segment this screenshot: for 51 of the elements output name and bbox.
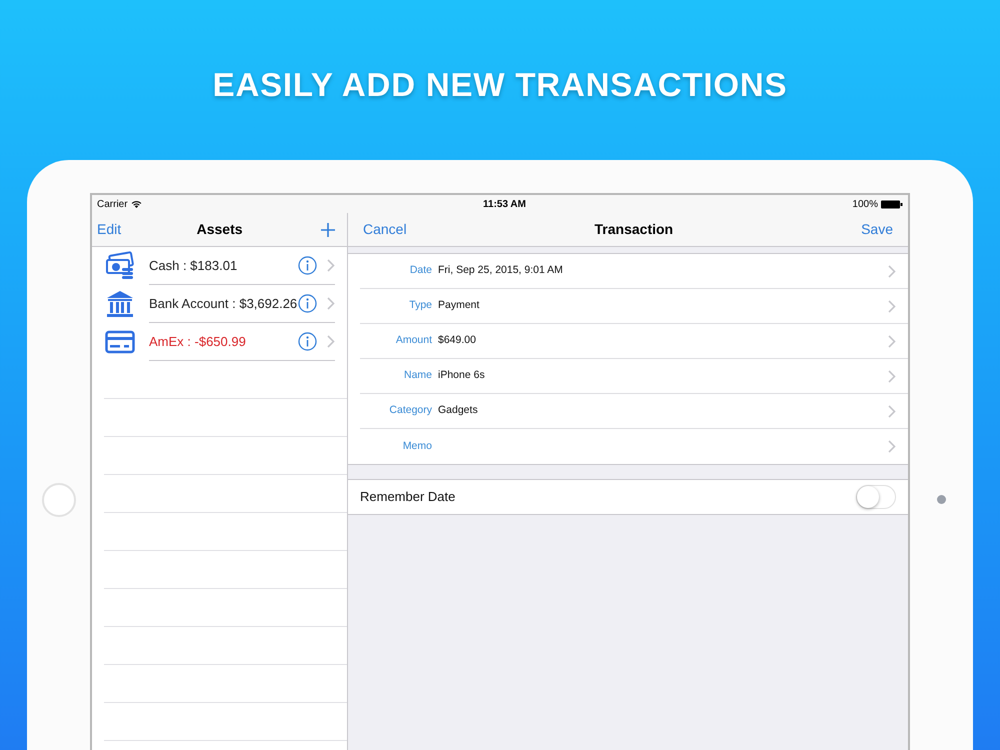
chevron-icon	[888, 404, 896, 418]
info-icon[interactable]	[298, 294, 317, 313]
assets-title: Assets	[196, 220, 244, 239]
chevron-icon	[888, 370, 896, 382]
field-row[interactable]: Amount $649.00	[360, 324, 908, 359]
field-label: Type	[408, 298, 432, 314]
save-button[interactable]: Save	[861, 219, 893, 240]
chevron-icon	[327, 297, 335, 310]
battery-icon	[881, 200, 903, 208]
field-value: Payment	[438, 299, 480, 312]
info-icon[interactable]	[298, 256, 317, 275]
plus-icon	[320, 222, 336, 238]
field-row[interactable]: Date Fri, Sep 25, 2015, 9:01 AM	[360, 254, 908, 289]
field-value: iPhone 6s	[438, 369, 485, 382]
edit-button[interactable]: Edit	[97, 219, 122, 240]
transaction-title: Transaction	[594, 220, 674, 239]
carrier-label: Carrier	[97, 198, 128, 212]
field-row[interactable]: Type Payment	[360, 289, 908, 324]
battery-percent: 100%	[852, 198, 878, 212]
chevron-icon	[888, 264, 896, 278]
asset-row[interactable]: Cash : $183.01	[92, 247, 347, 285]
field-label: Memo	[402, 438, 432, 454]
info-icon[interactable]	[298, 332, 317, 351]
asset-label: AmEx : -$650.99	[149, 332, 247, 351]
toggle-switch[interactable]	[856, 485, 896, 509]
asset-row[interactable]: AmEx : -$650.99	[92, 323, 347, 361]
chevron-icon	[888, 334, 896, 348]
asset-label: Cash : $183.01	[149, 256, 238, 275]
field-label: Category	[388, 403, 432, 418]
cancel-button[interactable]: Cancel	[363, 219, 407, 240]
field-row[interactable]: Name iPhone 6s	[360, 359, 908, 394]
field-value: Gadgets	[438, 404, 478, 416]
field-label: Name	[402, 368, 432, 384]
field-row[interactable]: Memo	[360, 429, 908, 464]
chevron-icon	[888, 300, 896, 312]
remember-date-label: Remember Date	[360, 488, 456, 506]
chevron-icon	[888, 440, 896, 453]
asset-label: Bank Account : $3,692.26	[149, 294, 298, 313]
clock-time: 11:53 AM	[483, 198, 526, 212]
chevron-icon	[327, 335, 335, 348]
field-label: Amount	[394, 333, 432, 348]
field-value: $649.00	[438, 334, 476, 346]
field-value: Fri, Sep 25, 2015, 9:01 AM	[438, 264, 563, 276]
field-row[interactable]: Category Gadgets	[360, 394, 908, 429]
wifi-icon	[130, 200, 142, 208]
chevron-icon	[327, 259, 335, 272]
money-icon	[105, 251, 135, 281]
bank-icon	[105, 289, 135, 319]
asset-row[interactable]: Bank Account : $3,692.26	[92, 285, 347, 323]
headline: EASILY ADD NEW TRANSACTIONS	[212, 65, 788, 105]
field-label: Date	[408, 263, 432, 278]
